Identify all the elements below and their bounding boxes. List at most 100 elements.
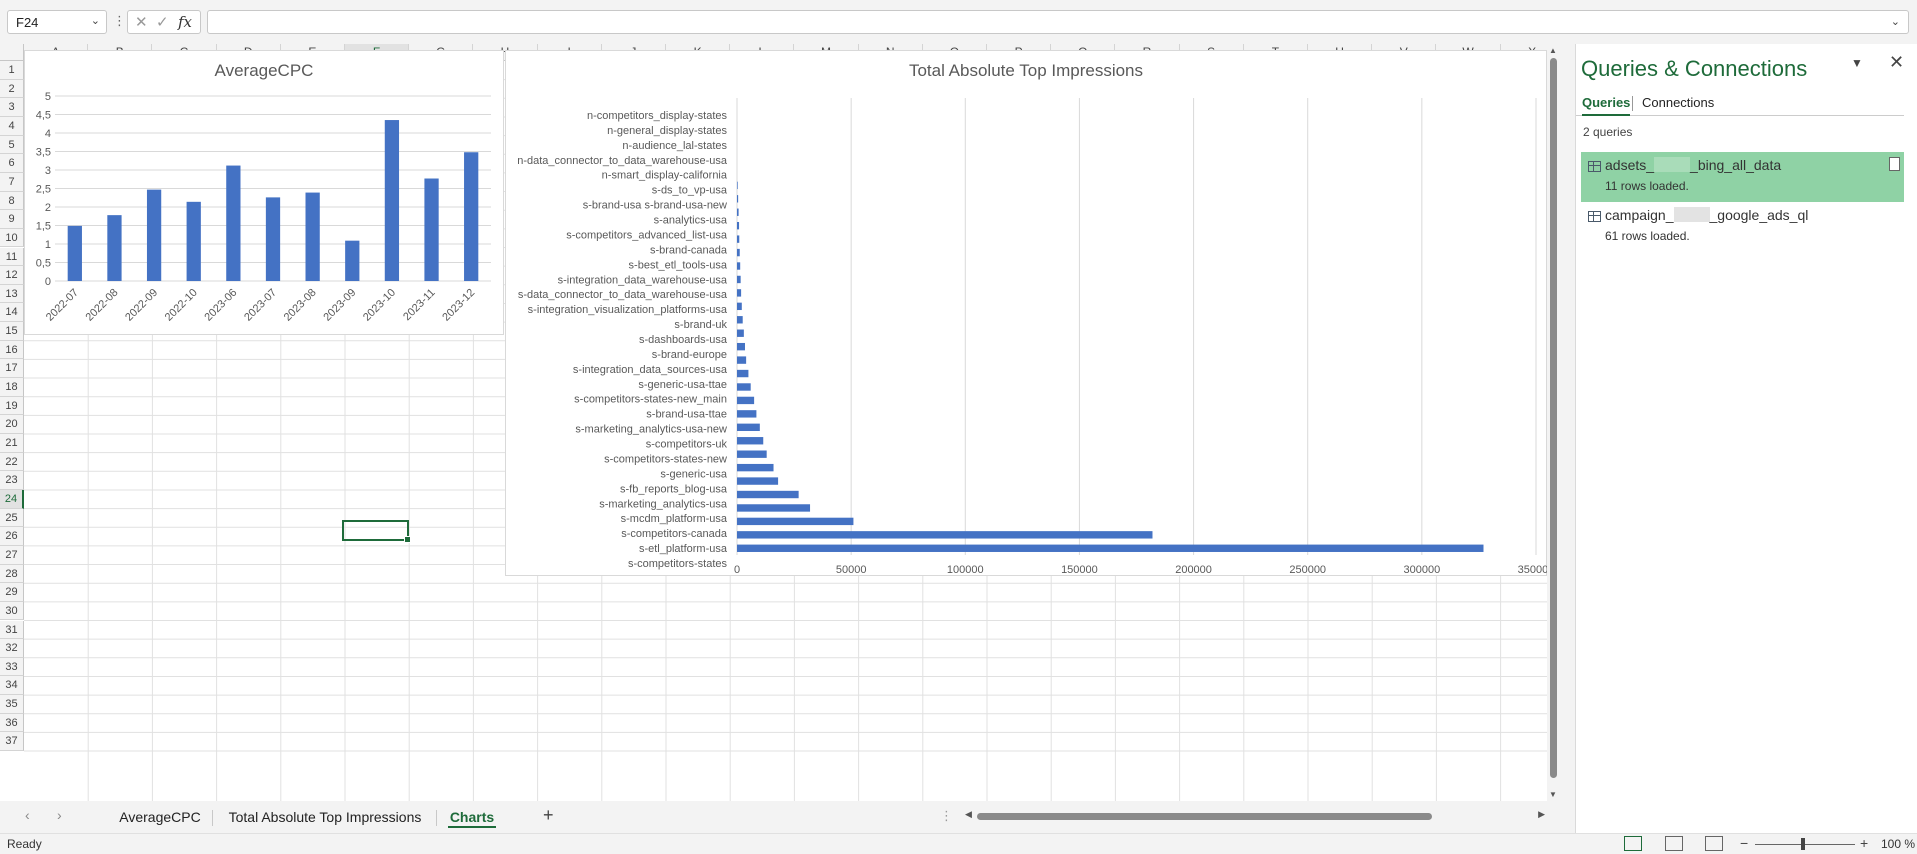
more-options-icon[interactable]: ⋮ [113,13,126,29]
row-header[interactable]: 15 [0,322,24,341]
zoom-in-icon[interactable]: + [1860,835,1868,851]
row-header[interactable]: 36 [0,713,24,733]
row-header[interactable]: 21 [0,434,24,453]
row-header[interactable]: 35 [0,695,24,714]
bar [345,240,360,281]
worksheet-grid[interactable]: ABCDEFGHIJKLMNOPQRSTUVWX 123456789101112… [0,44,1547,801]
row-header[interactable]: 20 [0,415,24,434]
bar [737,504,811,512]
impressions-chart[interactable]: Total Absolute Top Impressions 0 50000 100… [505,50,1547,576]
y-category-label: s-brand-canada [650,244,728,256]
row-header[interactable]: 27 [0,545,24,565]
next-sheet-icon[interactable]: › [57,807,62,823]
query-count: 2 queries [1583,125,1633,139]
horizontal-scrollbar[interactable]: ◀ ▶ [965,809,1545,823]
row-header[interactable]: 26 [0,527,24,546]
sheet-tab-total-absolute-top-impressions[interactable]: Total Absolute Top Impressions [220,806,430,828]
active-cell[interactable] [342,520,411,543]
row-header[interactable]: 1 [0,61,24,80]
row-header[interactable]: 4 [0,116,24,136]
row-header[interactable]: 2 [0,79,24,99]
sheet-tab-charts[interactable]: Charts [444,806,500,828]
row-header[interactable]: 7 [0,172,24,192]
add-sheet-icon[interactable]: + [543,805,554,826]
row-header[interactable]: 16 [0,340,24,360]
horizontal-scroll-thumb[interactable] [977,813,1432,820]
row-header[interactable]: 25 [0,508,24,528]
row-header[interactable]: 11 [0,247,24,267]
zoom-level: 100 % [1881,837,1916,851]
row-header[interactable]: 10 [0,228,24,248]
row-header[interactable]: 22 [0,452,24,472]
query-name: adsets_ _bing_all_data [1605,157,1782,173]
row-header[interactable]: 34 [0,676,24,696]
document-icon[interactable] [1889,157,1900,171]
row-header[interactable]: 32 [0,639,24,658]
tab-splitter-icon[interactable]: ⋮ [940,808,953,824]
pane-options-icon[interactable]: ▼ [1851,56,1863,70]
close-icon[interactable]: ✕ [1889,52,1904,73]
bar [737,208,739,216]
query-item[interactable]: campaign_ _google_ads_ql 61 rows loaded. [1581,202,1904,252]
y-category-label: s-generic-usa-ttae [638,379,727,391]
row-header[interactable]: 12 [0,266,24,285]
y-category-label: s-competitors-canada [621,528,728,540]
check-icon[interactable]: ✓ [156,13,169,31]
select-all-corner[interactable] [0,44,24,61]
query-item[interactable]: adsets_ _bing_all_data 11 rows loaded. [1581,152,1904,202]
scroll-up-icon[interactable]: ▲ [1549,46,1557,55]
y-category-label: s-marketing_analytics-usa-new [575,424,727,436]
bar [737,423,760,432]
name-box[interactable]: F24 ⌄ [7,10,107,34]
row-header[interactable]: 3 [0,98,24,117]
scroll-left-icon[interactable]: ◀ [965,809,972,820]
bar [146,189,162,281]
y-tick-label: 1,5 [36,221,51,233]
page-break-preview-icon[interactable] [1705,836,1723,851]
row-header[interactable]: 31 [0,620,24,640]
row-header[interactable]: 14 [0,303,24,323]
vertical-scroll-thumb[interactable] [1550,58,1557,778]
row-header[interactable]: 8 [0,191,24,211]
normal-view-icon[interactable] [1624,836,1642,851]
page-layout-icon[interactable] [1665,836,1683,851]
row-header[interactable]: 13 [0,284,24,304]
row-header[interactable]: 29 [0,583,24,602]
row-header[interactable]: 28 [0,564,24,584]
insert-function-icon[interactable]: fx [178,13,192,31]
bar [107,215,122,281]
row-header[interactable]: 23 [0,471,24,490]
zoom-slider[interactable] [1755,844,1855,845]
zoom-thumb[interactable] [1801,838,1805,850]
average-cpc-plot: 00,511,522,533,544,552022-07 2022-08 2022-… [36,91,491,324]
row-header[interactable]: 18 [0,378,24,397]
scroll-down-icon[interactable]: ▼ [1549,790,1557,799]
bar [737,517,854,526]
formula-input[interactable]: ⌄ [207,10,1909,34]
formula-buttons: ✕ ✓ fx [127,10,201,34]
row-header[interactable]: 5 [0,135,24,155]
row-header[interactable]: 9 [0,210,24,229]
x-tick-label: 2022-10 [163,287,200,324]
row-header[interactable]: 33 [0,657,24,677]
expand-formula-icon[interactable]: ⌄ [1891,15,1900,28]
tab-queries[interactable]: Queries [1582,95,1631,116]
row-header[interactable]: 17 [0,359,24,379]
zoom-out-icon[interactable]: − [1740,835,1748,851]
vertical-scrollbar[interactable]: ▲ ▼ [1547,44,1560,801]
row-header[interactable]: 37 [0,732,24,752]
bar [186,201,201,281]
cancel-icon[interactable]: ✕ [135,13,148,31]
sheet-tab-averagecpc[interactable]: AverageCPC [114,806,206,828]
prev-sheet-icon[interactable]: ‹ [25,807,30,823]
row-header[interactable]: 19 [0,396,24,416]
tab-connections[interactable]: Connections [1642,95,1714,110]
chevron-down-icon[interactable]: ⌄ [91,14,100,27]
average-cpc-chart[interactable]: AverageCPC 0 0,5 1 1,5 2 2,5 3 3,5 4 4,5 5 2022-07 2… [24,50,504,335]
row-header[interactable]: 6 [0,154,24,173]
bar [305,192,320,281]
scroll-right-icon[interactable]: ▶ [1538,809,1545,820]
row-header[interactable]: 30 [0,601,24,621]
row-header[interactable]: 24 [0,489,24,509]
formula-row: F24 ⌄ ⋮ ✕ ✓ fx ⌄ [0,0,1917,44]
